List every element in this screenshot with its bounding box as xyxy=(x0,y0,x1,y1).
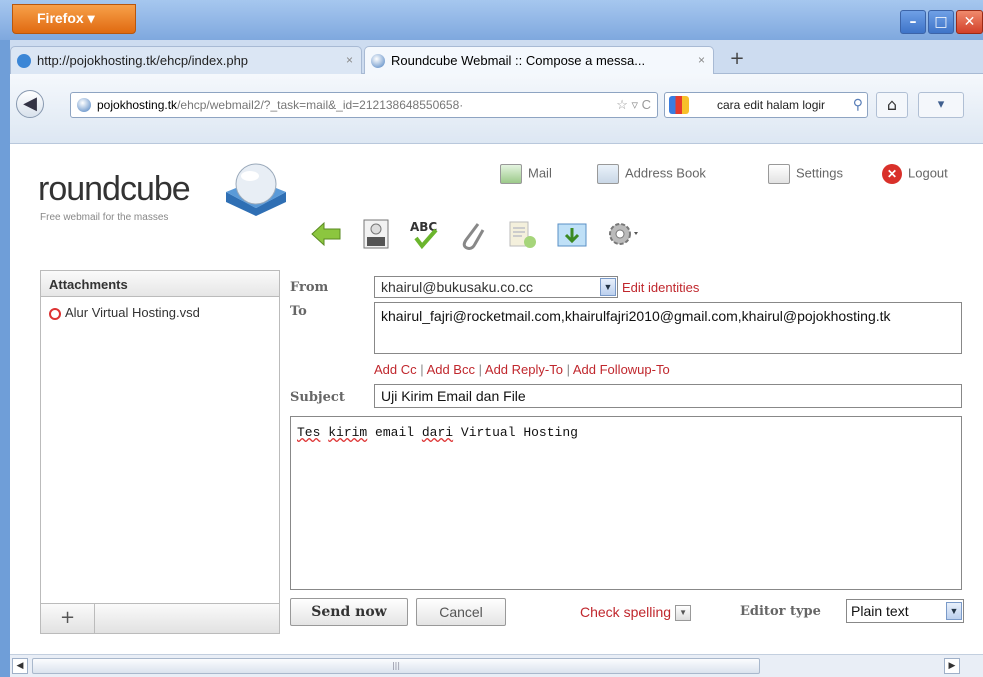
nav-settings-label: Settings xyxy=(796,165,843,181)
body-word: Tes xyxy=(297,425,321,440)
to-label: To xyxy=(290,304,307,319)
editor-type-select[interactable]: Plain text ▼ xyxy=(846,599,964,623)
roundcube-page: roundcube Free webmail for the masses Ma… xyxy=(10,144,983,654)
add-followup-to-link[interactable]: Add Followup-To xyxy=(573,362,670,377)
tab-title: http://pojokhosting.tk/ehcp/index.php xyxy=(37,53,249,68)
nav-mail-label: Mail xyxy=(528,165,552,181)
body-word: Virtual xyxy=(460,425,516,440)
logo-tagline: Free webmail for the masses xyxy=(40,212,169,223)
check-spelling-label: Check spelling xyxy=(580,604,672,620)
edit-identities-link[interactable]: Edit identities xyxy=(622,280,699,295)
roundcube-logo: roundcube xyxy=(38,170,191,208)
attachment-name: Alur Virtual Hosting.vsd xyxy=(65,305,200,320)
search-icon[interactable]: ⚲ xyxy=(853,96,863,113)
editor-type-label: Editor type xyxy=(740,604,821,619)
from-select[interactable]: khairul@bukusaku.co.cc ▼ xyxy=(374,276,618,298)
title-bar: Firefox ▾ – □ ✕ xyxy=(0,0,983,40)
nav-address-book[interactable]: Address Book xyxy=(597,164,706,184)
attachments-header: Attachments xyxy=(41,271,279,297)
search-input[interactable]: cara edit halam logir ⚲ xyxy=(664,92,868,118)
separator: | xyxy=(420,362,424,377)
add-reply-to-link[interactable]: Add Reply-To xyxy=(485,362,563,377)
firefox-menu-button[interactable]: Firefox ▾ xyxy=(12,4,136,34)
separator: | xyxy=(478,362,482,377)
attachments-panel: Attachments Alur Virtual Hosting.vsd + xyxy=(40,270,280,634)
new-tab-button[interactable]: + xyxy=(722,48,752,72)
tab-close-icon[interactable]: × xyxy=(346,53,353,67)
add-bcc-link[interactable]: Add Bcc xyxy=(427,362,475,377)
body-word: dari xyxy=(421,425,454,440)
from-value: khairul@bukusaku.co.cc xyxy=(381,279,533,295)
bookmarks-button[interactable]: ▾ xyxy=(918,92,964,118)
back-button[interactable]: ◀ xyxy=(16,90,44,118)
to-field[interactable]: khairul_fajri@rocketmail.com,khairulfajr… xyxy=(374,302,962,354)
home-button[interactable]: ⌂ xyxy=(876,92,908,118)
url-path: /ehcp/webmail2/?_task=mail&_id=212138648… xyxy=(177,98,464,112)
url-bar[interactable]: pojokhosting.tk/ehcp/webmail2/?_task=mai… xyxy=(70,92,658,118)
message-body[interactable]: Tes kirim email dari Virtual Hosting xyxy=(290,416,962,590)
tab-close-icon[interactable]: × xyxy=(698,53,705,67)
attachments-footer: + xyxy=(41,603,279,633)
nav-logout[interactable]: ✕ Logout xyxy=(882,164,948,184)
logout-icon: ✕ xyxy=(882,164,902,184)
add-cc-link[interactable]: Add Cc xyxy=(374,362,417,377)
body-word: Hosting xyxy=(523,425,578,440)
cancel-button[interactable]: Cancel xyxy=(416,598,506,626)
nav-address-book-label: Address Book xyxy=(625,165,706,181)
ie-icon xyxy=(17,54,31,68)
send-button[interactable]: Send now xyxy=(290,598,408,626)
editor-type-value: Plain text xyxy=(851,603,909,619)
back-arrow-icon[interactable] xyxy=(308,216,344,252)
scroll-left-icon[interactable]: ◀ xyxy=(12,658,28,674)
subject-field[interactable]: Uji Kirim Email dan File xyxy=(374,384,962,408)
from-label: From xyxy=(290,280,329,295)
paperclip-icon[interactable] xyxy=(454,216,490,252)
tab-roundcube[interactable]: Roundcube Webmail :: Compose a messa... … xyxy=(364,46,714,74)
bookmark-star-icon[interactable]: ☆ ▿ C xyxy=(612,97,651,113)
roundcube-icon xyxy=(371,54,385,68)
check-spelling-link[interactable]: Check spelling ▼ xyxy=(580,604,692,622)
attachment-item[interactable]: Alur Virtual Hosting.vsd xyxy=(41,297,279,320)
spellcheck-icon[interactable]: ABC xyxy=(406,216,442,252)
scroll-thumb[interactable]: ||| xyxy=(32,658,760,674)
navigation-bar: ◀ pojokhosting.tk/ehcp/webmail2/?_task=m… xyxy=(10,74,983,144)
close-window-icon[interactable]: ✕ xyxy=(956,10,983,34)
separator: | xyxy=(566,362,570,377)
body-word: kirim xyxy=(328,425,368,440)
gear-icon[interactable] xyxy=(604,216,640,252)
maximize-icon[interactable]: □ xyxy=(928,10,954,34)
horizontal-scrollbar[interactable]: ◀ ||| ▶ xyxy=(10,654,983,677)
subject-label: Subject xyxy=(290,390,345,405)
settings-icon xyxy=(768,164,790,184)
roundcube-logo-icon xyxy=(226,163,286,216)
url-domain: pojokhosting.tk xyxy=(97,98,178,112)
add-attachment-button[interactable]: + xyxy=(41,604,95,633)
add-header-links: Add Cc | Add Bcc | Add Reply-To | Add Fo… xyxy=(374,362,670,377)
minimize-icon[interactable]: – xyxy=(900,10,926,34)
scroll-right-icon[interactable]: ▶ xyxy=(944,658,960,674)
address-book-icon xyxy=(597,164,619,184)
body-word: email xyxy=(375,425,415,440)
google-icon[interactable] xyxy=(669,96,689,114)
browser-window: Firefox ▾ – □ ✕ http://pojokhosting.tk/e… xyxy=(0,0,983,677)
search-text: cara edit halam logir xyxy=(717,98,826,112)
insert-signature-icon[interactable] xyxy=(504,216,540,252)
tab-title: Roundcube Webmail :: Compose a messa... xyxy=(391,53,646,68)
chevron-down-icon[interactable]: ▼ xyxy=(675,605,692,622)
add-to-contacts-icon[interactable] xyxy=(554,216,590,252)
tab-strip: http://pojokhosting.tk/ehcp/index.php × … xyxy=(10,40,983,74)
chevron-down-icon[interactable]: ▼ xyxy=(946,602,962,620)
tab-ehcp[interactable]: http://pojokhosting.tk/ehcp/index.php × xyxy=(10,46,362,74)
nav-settings[interactable]: Settings xyxy=(768,164,843,184)
save-draft-icon[interactable] xyxy=(358,216,394,252)
delete-attachment-icon[interactable] xyxy=(49,307,61,320)
mail-icon xyxy=(500,164,522,184)
site-icon xyxy=(77,98,91,112)
nav-logout-label: Logout xyxy=(908,165,948,181)
nav-mail[interactable]: Mail xyxy=(500,164,552,184)
chevron-down-icon[interactable]: ▼ xyxy=(600,278,616,296)
